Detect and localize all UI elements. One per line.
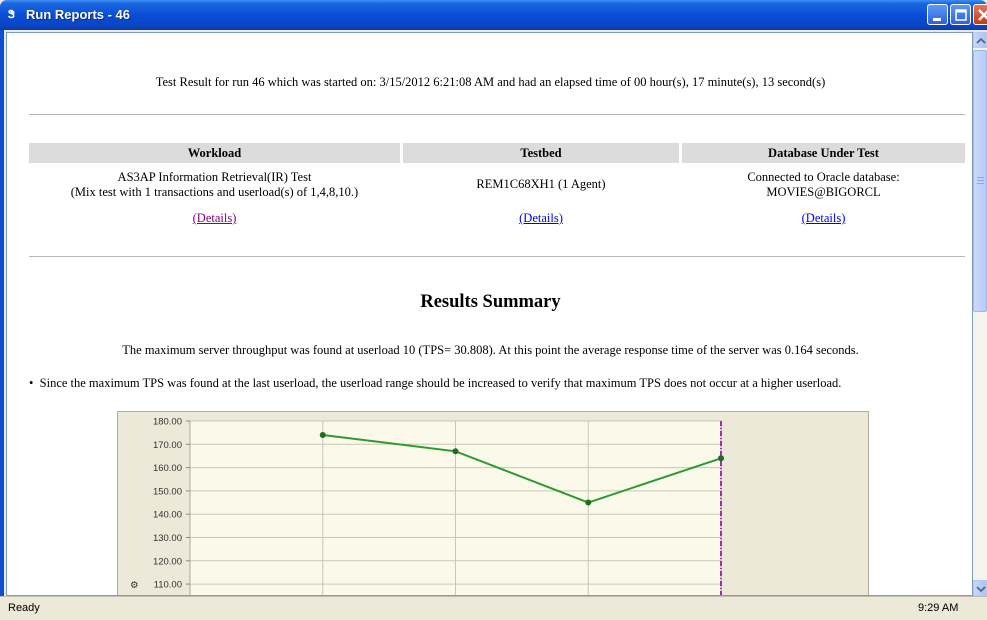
data-point xyxy=(452,448,459,455)
window-title: Run Reports - 46 xyxy=(26,7,131,22)
y-tick-label: 180.00 xyxy=(153,417,182,428)
minimize-button[interactable] xyxy=(927,4,948,25)
axis-options-icon: ⚙ xyxy=(130,580,139,591)
workload-heading: Workload xyxy=(29,143,400,163)
y-tick-label: 170.00 xyxy=(153,440,182,451)
recommendation-text: Since the maximum TPS was found at the l… xyxy=(39,376,842,390)
y-tick-label: 110.00 xyxy=(154,580,182,591)
results-summary-text: The maximum server throughput was found … xyxy=(122,343,859,357)
app-icon: Ꮥ xyxy=(8,8,15,21)
database-heading: Database Under Test xyxy=(682,143,965,163)
database-line-1: Connected to Oracle database: xyxy=(747,170,900,184)
divider xyxy=(29,114,965,115)
workload-line-1: AS3AP Information Retrieval(IR) Test xyxy=(117,170,312,184)
recommendation-bullet: • Since the maximum TPS was found at the… xyxy=(29,376,842,390)
y-tick-label: 140.00 xyxy=(153,510,182,521)
report-content: Test Result for run 46 which was started… xyxy=(6,32,973,596)
y-tick-label: 150.00 xyxy=(153,486,182,497)
database-line-2: MOVIES@BIGORCL xyxy=(766,185,881,199)
divider xyxy=(29,256,965,257)
tps-chart: 180.00 170.00 160.00 150.00 140.00 130.00 120.… xyxy=(117,411,869,595)
workload-details-link[interactable]: (Details) xyxy=(29,211,400,226)
tps-chart-svg: 180.00 170.00 160.00 150.00 140.00 130.00 120.… xyxy=(130,417,724,595)
status-text: Ready xyxy=(8,602,40,614)
maximize-button[interactable] xyxy=(950,4,971,25)
scroll-up-button[interactable] xyxy=(973,32,987,48)
data-point xyxy=(585,499,592,506)
scroll-thumb[interactable] xyxy=(973,50,987,312)
vertical-scrollbar[interactable] xyxy=(973,32,987,596)
window-frame-left xyxy=(0,30,4,619)
status-bar: Ready 9:29 AM xyxy=(0,596,987,620)
y-tick-label: 120.00 xyxy=(153,556,182,567)
testbed-heading: Testbed xyxy=(403,143,679,163)
status-time: 9:29 AM xyxy=(918,602,959,614)
testbed-details-link[interactable]: (Details) xyxy=(403,211,679,226)
scroll-down-button[interactable] xyxy=(973,580,987,596)
run-reports-window: Ꮥ Run Reports - 46 Test Result for run 4… xyxy=(0,0,987,620)
y-tick-label: 130.00 xyxy=(153,533,182,544)
database-details-link[interactable]: (Details) xyxy=(682,211,965,226)
data-point xyxy=(718,455,724,462)
run-info-line: Test Result for run 46 which was started… xyxy=(155,75,826,89)
results-summary-title: Results Summary xyxy=(420,292,561,312)
workload-line-2: (Mix test with 1 transactions and userlo… xyxy=(70,185,359,199)
title-bar[interactable]: Ꮥ Run Reports - 46 xyxy=(0,0,987,30)
close-button[interactable] xyxy=(973,4,987,25)
data-point xyxy=(319,431,326,438)
testbed-line-1: REM1C68XH1 (1 Agent) xyxy=(476,177,606,191)
y-tick-label: 160.00 xyxy=(153,463,182,474)
